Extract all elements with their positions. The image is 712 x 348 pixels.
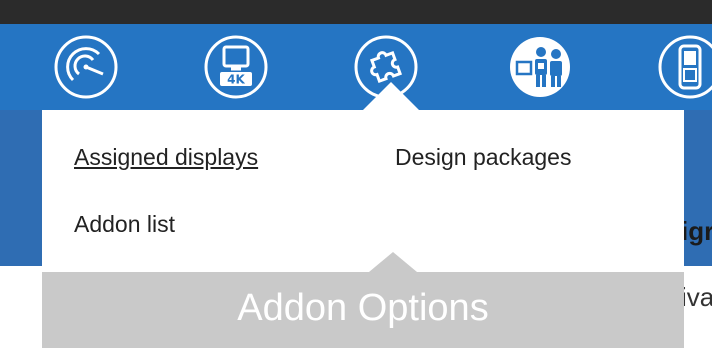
footer-notch bbox=[369, 252, 417, 272]
kiosk-users-icon[interactable] bbox=[507, 34, 573, 100]
dropdown-footer-label: Addon Options bbox=[237, 287, 489, 329]
top-strip bbox=[0, 0, 712, 24]
display-4k-icon[interactable]: 4K bbox=[203, 34, 269, 100]
page: 4K igr iva Assigned displays Design pack… bbox=[0, 0, 712, 348]
mobile-phone-icon[interactable] bbox=[657, 34, 712, 100]
menu-item-addon-list[interactable]: Addon list bbox=[74, 210, 175, 238]
addon-options-dropdown bbox=[42, 110, 684, 272]
dropdown-pointer bbox=[363, 82, 419, 110]
svg-text:4K: 4K bbox=[227, 73, 245, 87]
menu-item-design-packages[interactable]: Design packages bbox=[395, 143, 571, 171]
background-row-text: iva bbox=[681, 282, 712, 312]
radar-icon[interactable] bbox=[53, 34, 119, 100]
menu-item-assigned-displays[interactable]: Assigned displays bbox=[74, 143, 258, 171]
background-column-header: igr bbox=[681, 216, 712, 246]
